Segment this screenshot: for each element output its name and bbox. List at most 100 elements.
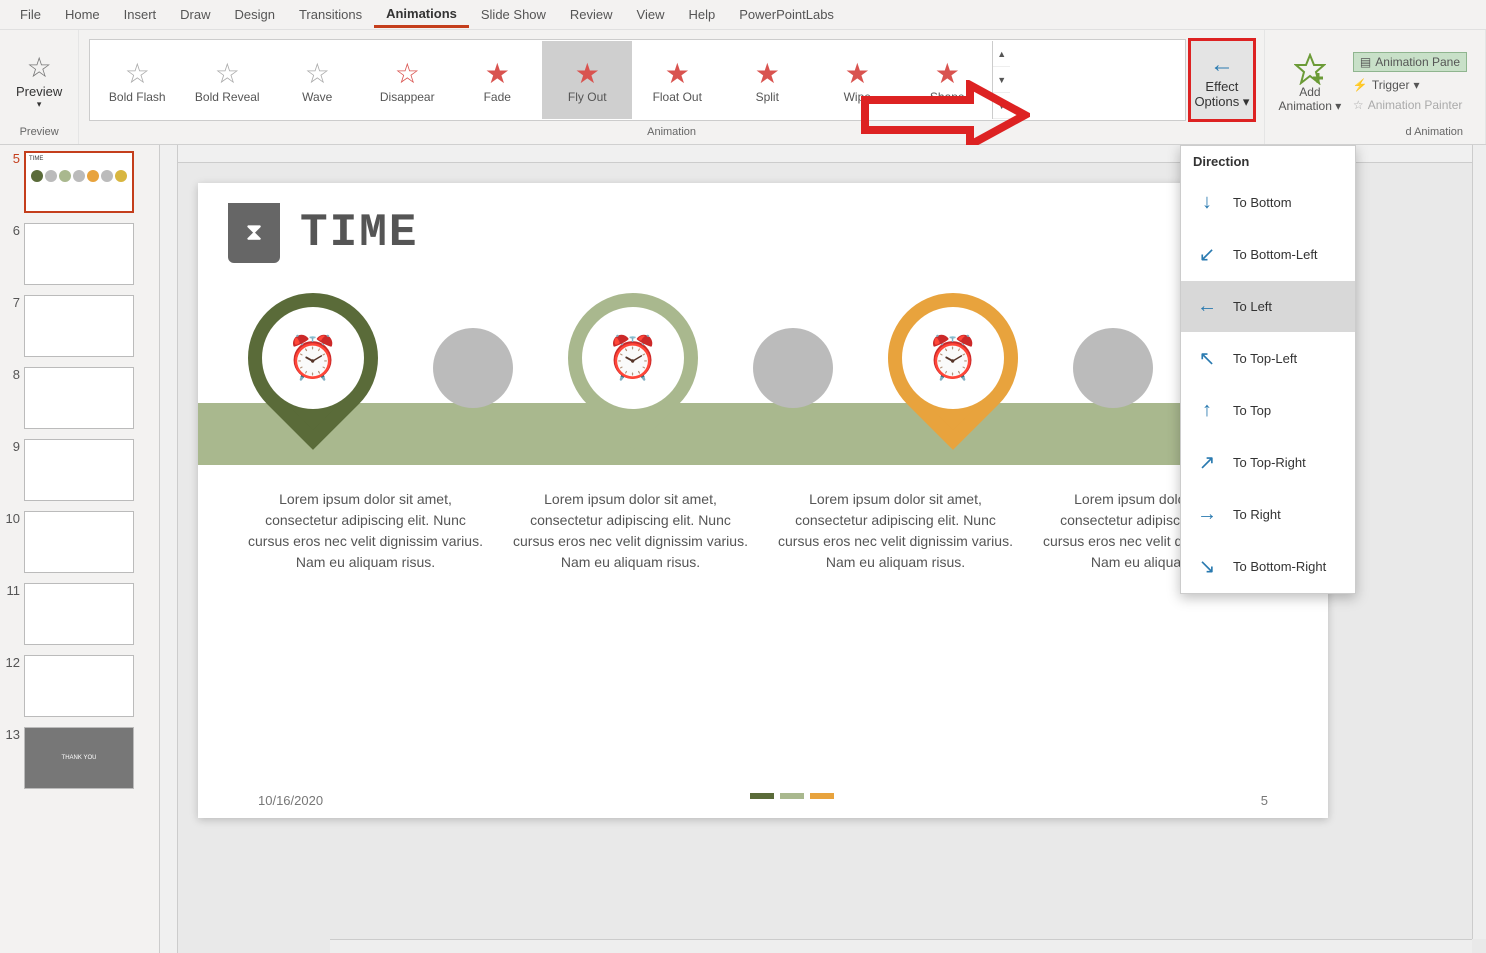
group-animation-label: Animation xyxy=(647,126,696,140)
star-icon: ☆ xyxy=(215,57,240,90)
footer-page: 5 xyxy=(1261,793,1268,808)
menu-powerpointlabs[interactable]: PowerPointLabs xyxy=(727,3,846,26)
gallery-up[interactable]: ▲ xyxy=(993,41,1010,67)
anim-label: Bold Reveal xyxy=(195,90,260,104)
arrow-down-right-icon: ↘ xyxy=(1195,554,1219,579)
workspace: 5★TIME 6 7 8 9 10 11 12 13THANK YOU ⧗ TI… xyxy=(0,145,1486,953)
anim-float-out[interactable]: ★Float Out xyxy=(632,41,722,119)
animation-pane-button[interactable]: ▤Animation Pane xyxy=(1353,52,1467,72)
star-icon: ★ xyxy=(755,57,780,90)
arrow-right-icon: → xyxy=(1195,503,1219,526)
menu-review[interactable]: Review xyxy=(558,3,625,26)
pane-icon: ▤ xyxy=(1360,55,1371,69)
thumbnail-10[interactable] xyxy=(24,511,134,573)
animation-painter-button[interactable]: ☆ Animation Painter xyxy=(1353,98,1467,112)
anim-label: Wave xyxy=(302,90,332,104)
thumb-number: 6 xyxy=(2,223,20,238)
bar-icon xyxy=(750,793,774,799)
thumbnail-6[interactable] xyxy=(24,223,134,285)
clock-icon: ⏰ xyxy=(607,334,659,383)
thumb-number: 5★ xyxy=(2,151,20,166)
effect-options-direction-menu: Direction ↓To Bottom ↙To Bottom-Left ←To… xyxy=(1180,145,1356,594)
slide-thumbnails: 5★TIME 6 7 8 9 10 11 12 13THANK YOU xyxy=(0,145,160,953)
footer-bars xyxy=(750,793,834,808)
column-2: Lorem ipsum dolor sit amet, consectetur … xyxy=(513,489,748,573)
thumb-number: 9 xyxy=(2,439,20,454)
advanced-group-label: d Animation xyxy=(1406,126,1467,140)
menu-slideshow[interactable]: Slide Show xyxy=(469,3,558,26)
anim-fade[interactable]: ★Fade xyxy=(452,41,542,119)
menu-animations[interactable]: Animations xyxy=(374,2,469,28)
menu-transitions[interactable]: Transitions xyxy=(287,3,374,26)
thumb-number: 12 xyxy=(2,655,20,670)
pin-2: ⏰ xyxy=(568,293,698,423)
thumb-number: 7 xyxy=(2,295,20,310)
anim-bold-reveal[interactable]: ☆Bold Reveal xyxy=(182,41,272,119)
thumbnail-8[interactable] xyxy=(24,367,134,429)
direction-label: To Bottom-Left xyxy=(1233,247,1318,262)
anim-bold-flash[interactable]: ☆Bold Flash xyxy=(92,41,182,119)
group-advanced: Add Animation ▾ ▤Animation Pane ⚡Trigger… xyxy=(1265,30,1486,144)
gallery-down[interactable]: ▼ xyxy=(993,67,1010,93)
direction-label: To Bottom xyxy=(1233,195,1292,210)
direction-to-top[interactable]: ↑To Top xyxy=(1181,385,1355,436)
anim-shape[interactable]: ★Shape xyxy=(902,41,992,119)
slide-canvas-area: ⧗ TIME ⏰ ⏰ ⏰ ⏰ Lorem ipsum dolor sit ame… xyxy=(160,145,1486,953)
anim-label: Disappear xyxy=(380,90,435,104)
anim-split[interactable]: ★Split xyxy=(722,41,812,119)
direction-to-bottom-left[interactable]: ↙To Bottom-Left xyxy=(1181,228,1355,281)
menu-view[interactable]: View xyxy=(625,3,677,26)
star-icon: ☆ xyxy=(395,57,420,90)
direction-header: Direction xyxy=(1181,146,1355,177)
trigger-icon: ⚡ xyxy=(1353,78,1368,92)
menu-design[interactable]: Design xyxy=(223,3,287,26)
menu-insert[interactable]: Insert xyxy=(112,3,169,26)
menu-help[interactable]: Help xyxy=(677,3,728,26)
thumbnail-5[interactable]: TIME xyxy=(24,151,134,213)
star-icon: ★ xyxy=(575,57,600,90)
anim-disappear[interactable]: ☆Disappear xyxy=(362,41,452,119)
thumbnail-12[interactable] xyxy=(24,655,134,717)
direction-label: To Right xyxy=(1233,507,1281,522)
arrow-up-left-icon: ↖ xyxy=(1195,346,1219,371)
arrow-up-right-icon: ↗ xyxy=(1195,450,1219,475)
direction-to-left[interactable]: ←To Left xyxy=(1181,281,1355,332)
scrollbar-vertical[interactable] xyxy=(1472,145,1486,939)
anim-wave[interactable]: ☆Wave xyxy=(272,41,362,119)
anim-wipe[interactable]: ★Wipe xyxy=(812,41,902,119)
gallery-more[interactable]: ▼ xyxy=(993,93,1010,119)
painter-label: Animation Painter xyxy=(1368,98,1463,112)
effect-options-button[interactable]: ← Effect Options ▾ xyxy=(1188,38,1256,122)
direction-to-right[interactable]: → To Right xyxy=(1181,489,1355,540)
thumbnail-11[interactable] xyxy=(24,583,134,645)
thumbnail-7[interactable] xyxy=(24,295,134,357)
bar-icon xyxy=(780,793,804,799)
direction-to-bottom-right[interactable]: ↘To Bottom-Right xyxy=(1181,540,1355,593)
direction-to-bottom[interactable]: ↓To Bottom xyxy=(1181,177,1355,228)
direction-to-top-right[interactable]: ↗To Top-Right xyxy=(1181,436,1355,489)
anim-label: Bold Flash xyxy=(109,90,166,104)
arrow-up-icon: ↑ xyxy=(1195,399,1219,422)
menu-draw[interactable]: Draw xyxy=(168,3,222,26)
pin-3: ⏰ xyxy=(888,293,1018,423)
thumbnail-9[interactable] xyxy=(24,439,134,501)
menu-file[interactable]: File xyxy=(8,3,53,26)
slide-footer: 10/16/2020 5 xyxy=(258,793,1268,808)
add-animation-button[interactable]: Add Animation ▾ xyxy=(1273,47,1347,113)
arrow-left-icon: ← xyxy=(1195,295,1219,318)
slide[interactable]: ⧗ TIME ⏰ ⏰ ⏰ ⏰ Lorem ipsum dolor sit ame… xyxy=(198,183,1328,818)
ribbon: ☆ Preview ▾ Preview ☆Bold Flash ☆Bold Re… xyxy=(0,30,1486,145)
trigger-button[interactable]: ⚡Trigger ▾ xyxy=(1353,78,1467,92)
direction-to-top-left[interactable]: ↖To Top-Left xyxy=(1181,332,1355,385)
text-columns: Lorem ipsum dolor sit amet, consectetur … xyxy=(198,465,1328,597)
add-animation-icon xyxy=(1294,53,1326,85)
painter-icon: ☆ xyxy=(1353,98,1364,112)
anim-label: Shape xyxy=(930,90,965,104)
thumbnail-13[interactable]: THANK YOU xyxy=(24,727,134,789)
star-icon: ☆ xyxy=(125,57,150,90)
menu-home[interactable]: Home xyxy=(53,3,112,26)
scrollbar-horizontal[interactable] xyxy=(330,939,1472,953)
anim-label: Split xyxy=(756,90,779,104)
anim-fly-out[interactable]: ★Fly Out xyxy=(542,41,632,119)
preview-button[interactable]: ☆ Preview ▾ xyxy=(8,47,70,114)
